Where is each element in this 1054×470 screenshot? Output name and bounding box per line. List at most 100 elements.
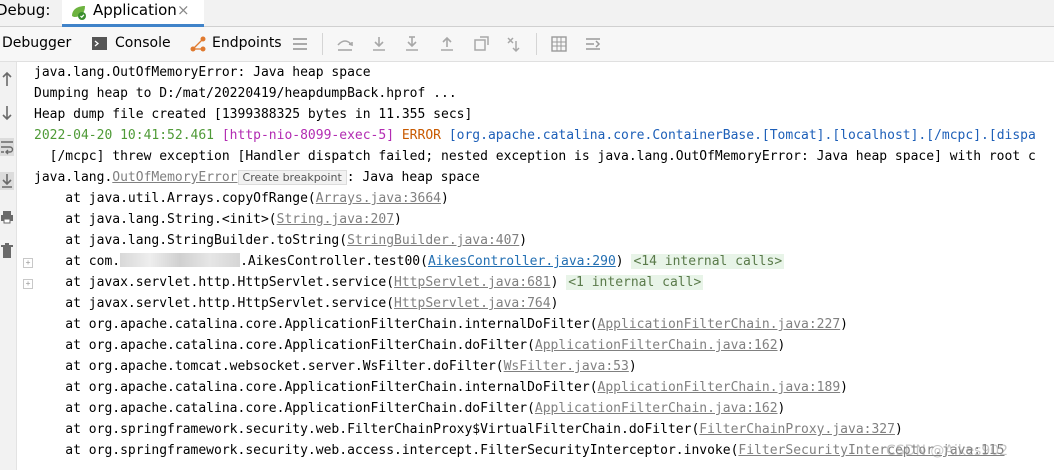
source-link[interactable]: StringBuilder.java:407 bbox=[347, 233, 519, 248]
arrow-down-icon[interactable] bbox=[0, 104, 14, 122]
source-link[interactable]: AikesController.java:290 bbox=[428, 254, 616, 269]
debug-toolbar: Debugger Console Endpoints bbox=[0, 27, 1054, 62]
arrow-up-icon[interactable] bbox=[0, 70, 14, 88]
stack-frame-text: at org.apache.catalina.core.ApplicationF… bbox=[34, 401, 535, 416]
source-link[interactable]: HttpServlet.java:681 bbox=[394, 275, 551, 290]
stack-frame: at java.lang.String.<init>(String.java:2… bbox=[34, 209, 402, 230]
stack-frame-text: ) bbox=[519, 233, 528, 248]
run-to-cursor-icon[interactable] bbox=[506, 35, 524, 53]
toolbar-divider bbox=[322, 33, 323, 55]
stack-frame-text: ) bbox=[777, 401, 786, 416]
log-timestamp: 2022-04-20 10:41:52.461 bbox=[34, 128, 215, 143]
source-link[interactable]: String.java:207 bbox=[277, 212, 394, 227]
stack-frame-text: at java.lang.String.<init>( bbox=[34, 212, 277, 227]
log-thread: [http-nio-8099-exec-5] bbox=[221, 128, 395, 143]
console-line: Heap dump file created [1399388325 bytes… bbox=[34, 104, 472, 125]
internal-calls-badge[interactable]: <1 internal call> bbox=[566, 275, 704, 290]
console-line: Dumping heap to D:/mat/20220419/heapdump… bbox=[34, 83, 457, 104]
source-link[interactable]: Arrays.java:3664 bbox=[316, 191, 441, 206]
stack-frame-text: at org.apache.tomcat.websocket.server.Ws… bbox=[34, 359, 504, 374]
stack-frame-text: at org.springframework.security.web.acce… bbox=[34, 443, 739, 458]
source-link[interactable]: FilterChainProxy.java:327 bbox=[699, 422, 895, 437]
soft-wrap-icon[interactable] bbox=[0, 138, 14, 156]
step-out-icon[interactable] bbox=[438, 35, 456, 53]
close-icon[interactable]: × bbox=[177, 1, 190, 19]
debug-label: Debug: bbox=[0, 1, 51, 19]
hamburger-icon[interactable] bbox=[291, 35, 309, 53]
log-text: [/mcpc] threw exception [Handler dispatc… bbox=[34, 149, 1036, 164]
stack-frame-text: ) bbox=[550, 296, 559, 311]
toolbar-divider bbox=[536, 33, 537, 55]
log-text: : Java heap space bbox=[346, 170, 480, 185]
scroll-to-end-icon[interactable] bbox=[0, 172, 14, 190]
stack-frame: at org.apache.catalina.core.ApplicationF… bbox=[34, 377, 848, 398]
stack-frame-text: at org.springframework.security.web.Filt… bbox=[34, 422, 700, 437]
console-output: java.lang.OutOfMemoryError: Java heap sp… bbox=[34, 62, 1054, 470]
stack-frame-text: ) bbox=[840, 317, 848, 332]
stack-frame-text: ) bbox=[628, 359, 637, 374]
stack-frame-text: at java.util.Arrays.copyOfRange( bbox=[34, 191, 316, 206]
source-link[interactable]: WsFilter.java:53 bbox=[504, 359, 629, 374]
log-text: java.lang.OutOfMemoryError: Java heap sp… bbox=[34, 65, 371, 80]
stack-frame: at javax.servlet.http.HttpServlet.servic… bbox=[34, 293, 558, 314]
stack-frame-text: at javax.servlet.http.HttpServlet.servic… bbox=[34, 296, 395, 311]
tab-debugger[interactable]: Debugger bbox=[2, 35, 71, 51]
fold-expand-icon[interactable]: + bbox=[23, 279, 33, 289]
stack-frame-text: at javax.servlet.http.HttpServlet.servic… bbox=[34, 275, 395, 290]
evaluate-expression-icon[interactable] bbox=[550, 35, 568, 53]
log-text: Heap dump file created [1399388325 bytes… bbox=[34, 107, 473, 122]
tab-console[interactable]: Console bbox=[115, 35, 171, 51]
tab-endpoints[interactable]: Endpoints bbox=[212, 35, 282, 51]
debug-tab-strip: Debug: Application × bbox=[0, 0, 1054, 27]
console-line: [/mcpc] threw exception [Handler dispatc… bbox=[34, 146, 1036, 167]
console-line: java.lang.OutOfMemoryError: Java heap sp… bbox=[34, 62, 371, 83]
step-over-icon[interactable] bbox=[336, 35, 354, 53]
step-into-icon[interactable] bbox=[370, 35, 388, 53]
source-link[interactable]: ApplicationFilterChain.java:227 bbox=[598, 317, 841, 332]
drop-frame-icon[interactable] bbox=[472, 35, 490, 53]
tab-application[interactable]: Application × bbox=[62, 0, 204, 27]
stack-frame-text: ) bbox=[441, 191, 449, 206]
stack-frame: at com. .AikesController.test00(AikesCont… bbox=[34, 251, 785, 272]
stack-frame: at javax.servlet.http.HttpServlet.servic… bbox=[34, 272, 704, 293]
stack-frame-text: at java.lang.StringBuilder.toString( bbox=[34, 233, 348, 248]
spring-boot-app-icon bbox=[72, 6, 86, 20]
stack-frame-text: ) bbox=[840, 380, 848, 395]
stack-frame: at org.apache.catalina.core.ApplicationF… bbox=[34, 335, 785, 356]
console-icon bbox=[92, 37, 107, 50]
stack-frame-text: at org.apache.catalina.core.ApplicationF… bbox=[34, 380, 598, 395]
clear-all-icon[interactable] bbox=[0, 242, 14, 260]
source-link[interactable]: ApplicationFilterChain.java:162 bbox=[535, 338, 778, 353]
trace-icon[interactable] bbox=[584, 35, 602, 53]
force-step-into-icon[interactable] bbox=[403, 35, 421, 53]
print-icon[interactable] bbox=[0, 208, 14, 226]
stack-frame: at java.lang.StringBuilder.toString(Stri… bbox=[34, 230, 527, 251]
internal-calls-badge[interactable]: <14 internal calls> bbox=[631, 254, 785, 269]
log-text: Dumping heap to D:/mat/20220419/heapdump… bbox=[34, 86, 457, 101]
source-link[interactable]: ApplicationFilterChain.java:189 bbox=[598, 380, 841, 395]
redacted-package bbox=[120, 253, 241, 267]
source-link[interactable]: ApplicationFilterChain.java:162 bbox=[535, 401, 778, 416]
stack-frame: at org.springframework.security.web.acce… bbox=[34, 440, 1004, 461]
stack-frame: at org.apache.catalina.core.ApplicationF… bbox=[34, 398, 785, 419]
endpoints-icon bbox=[190, 36, 206, 52]
stack-frame: at org.apache.catalina.core.ApplicationF… bbox=[34, 314, 848, 335]
log-level: ERROR bbox=[401, 128, 441, 143]
fold-expand-icon[interactable]: + bbox=[23, 258, 33, 268]
create-breakpoint-tooltip[interactable]: Create breakpoint bbox=[237, 170, 347, 185]
log-logger: [org.apache.catalina.core.ContainerBase.… bbox=[448, 128, 1036, 143]
stack-frame-text: .AikesController.test00( bbox=[240, 254, 428, 269]
stack-frame: at org.springframework.security.web.Filt… bbox=[34, 419, 903, 440]
stack-frame-text: at org.apache.catalina.core.ApplicationF… bbox=[34, 338, 535, 353]
stack-frame: at org.apache.tomcat.websocket.server.Ws… bbox=[34, 356, 637, 377]
stack-frame: at java.util.Arrays.copyOfRange(Arrays.j… bbox=[34, 188, 449, 209]
exception-class-link[interactable]: OutOfMemoryError bbox=[112, 170, 237, 185]
stack-frame-text: ) bbox=[550, 275, 559, 290]
stack-frame-text: ) bbox=[894, 422, 903, 437]
tab-application-label: Application bbox=[93, 1, 177, 19]
console-line: 2022-04-20 10:41:52.461 [http-nio-8099-e… bbox=[34, 125, 1036, 146]
stack-frame-text: at com. bbox=[34, 254, 121, 269]
console-line: java.lang.OutOfMemoryError Create breakpo… bbox=[34, 167, 480, 188]
stack-frame-text: at org.apache.catalina.core.ApplicationF… bbox=[34, 317, 598, 332]
source-link[interactable]: HttpServlet.java:764 bbox=[394, 296, 551, 311]
